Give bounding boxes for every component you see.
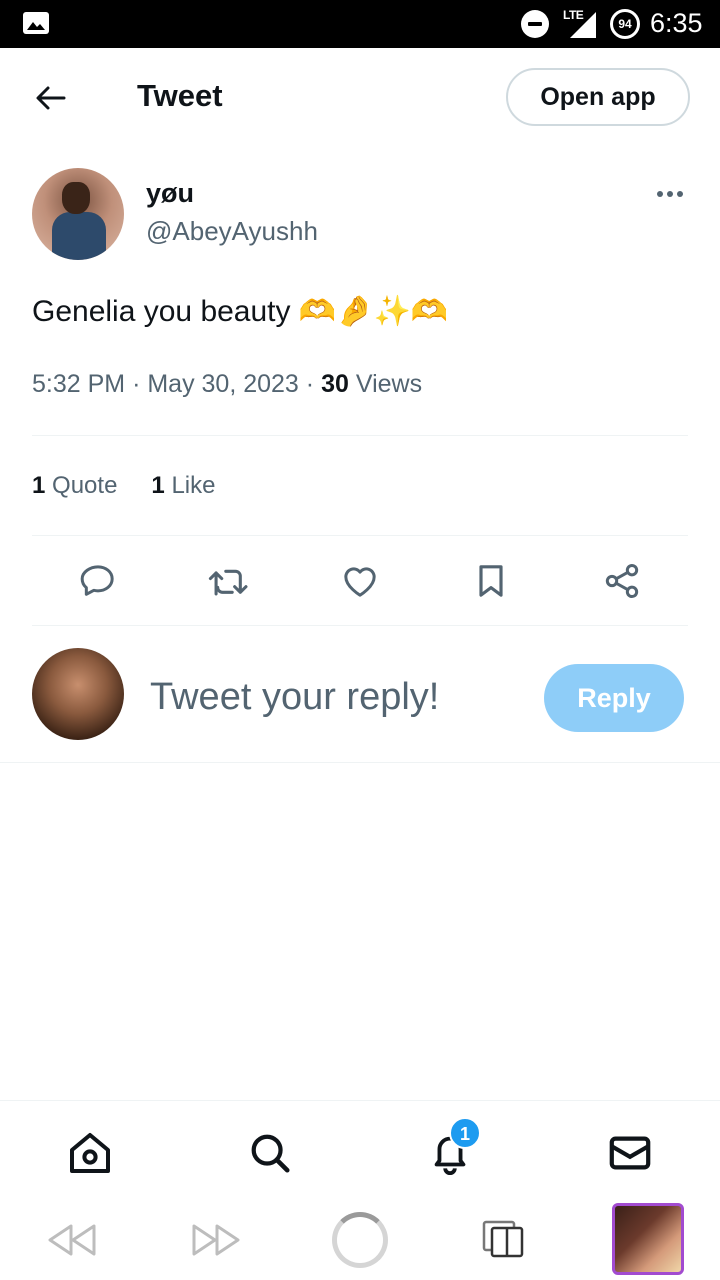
share-icon <box>605 564 639 598</box>
notifications-badge: 1 <box>449 1117 481 1149</box>
nav-home[interactable] <box>66 1129 114 1177</box>
nav-messages[interactable] <box>606 1129 654 1177</box>
reply-icon <box>80 565 114 596</box>
tabs-icon <box>482 1220 524 1258</box>
open-app-button[interactable]: Open app <box>506 68 690 126</box>
back-button[interactable] <box>30 78 70 118</box>
loading-icon <box>332 1212 388 1268</box>
rewind-icon <box>48 1224 96 1256</box>
quote-label: Quote <box>52 472 118 499</box>
rewind-button[interactable] <box>42 1210 102 1270</box>
fast-forward-button[interactable] <box>186 1210 246 1270</box>
clock: 6:35 <box>650 8 703 38</box>
retweet-icon <box>208 569 248 596</box>
author-name[interactable]: yøu <box>146 178 194 209</box>
bookmark-icon <box>479 565 503 597</box>
reply-input[interactable]: Tweet your reply! <box>150 676 439 719</box>
likes-stat[interactable]: 1 Like <box>151 472 215 499</box>
like-button[interactable] <box>334 555 386 607</box>
home-icon <box>70 1133 110 1173</box>
tweet-metadata: 5:32 PM · May 30, 2023 · 30 Views <box>32 370 422 399</box>
divider <box>0 762 720 763</box>
more-options-button[interactable] <box>650 180 690 208</box>
do-not-disturb-icon <box>521 10 549 38</box>
dot-icon <box>667 191 673 197</box>
like-count: 1 <box>151 472 165 499</box>
like-label: Like <box>171 472 216 499</box>
search-icon <box>251 1134 290 1173</box>
nav-search[interactable] <box>246 1129 294 1177</box>
reply-button[interactable] <box>72 555 124 607</box>
quote-count: 1 <box>32 472 46 499</box>
dot-icon <box>657 191 663 197</box>
author-avatar[interactable] <box>32 168 124 260</box>
views-count: 30 <box>321 370 349 398</box>
battery-indicator: 94 <box>610 9 640 39</box>
divider <box>32 435 688 436</box>
tweet-date[interactable]: May 30, 2023 <box>147 370 299 398</box>
like-icon <box>344 567 376 597</box>
share-button[interactable] <box>596 555 648 607</box>
separator: · <box>132 370 141 398</box>
messages-icon <box>609 1136 651 1170</box>
author-handle[interactable]: @AbeyAyushh <box>146 216 318 247</box>
tabs-button[interactable] <box>474 1210 534 1270</box>
views-label: Views <box>355 370 423 398</box>
divider <box>32 535 688 536</box>
tweet-text: Genelia you beauty 🫶🤌✨🫶 <box>32 295 449 328</box>
page-title: Tweet <box>137 78 223 113</box>
separator: · <box>305 370 315 398</box>
tweet-actions <box>32 555 688 607</box>
top-header: Tweet Open app <box>0 48 720 148</box>
loading-indicator <box>330 1210 390 1270</box>
tweet-time[interactable]: 5:32 PM <box>32 370 125 398</box>
retweet-button[interactable] <box>203 555 255 607</box>
current-user-avatar[interactable] <box>32 648 124 740</box>
divider <box>32 625 688 626</box>
fast-forward-icon <box>192 1224 240 1256</box>
reply-submit-button[interactable]: Reply <box>544 664 684 732</box>
status-bar: LTE 94 6:35 <box>0 0 720 48</box>
profile-thumbnail[interactable] <box>612 1203 684 1275</box>
bookmark-button[interactable] <box>465 555 517 607</box>
dot-icon <box>677 191 683 197</box>
gallery-notification-icon <box>23 12 49 34</box>
bottom-navigation: 1 <box>0 1100 720 1200</box>
back-arrow-icon <box>36 86 66 110</box>
tweet-stats: 1 Quote 1 Like <box>32 472 215 500</box>
quotes-stat[interactable]: 1 Quote <box>32 472 117 499</box>
signal-icon <box>570 12 596 38</box>
